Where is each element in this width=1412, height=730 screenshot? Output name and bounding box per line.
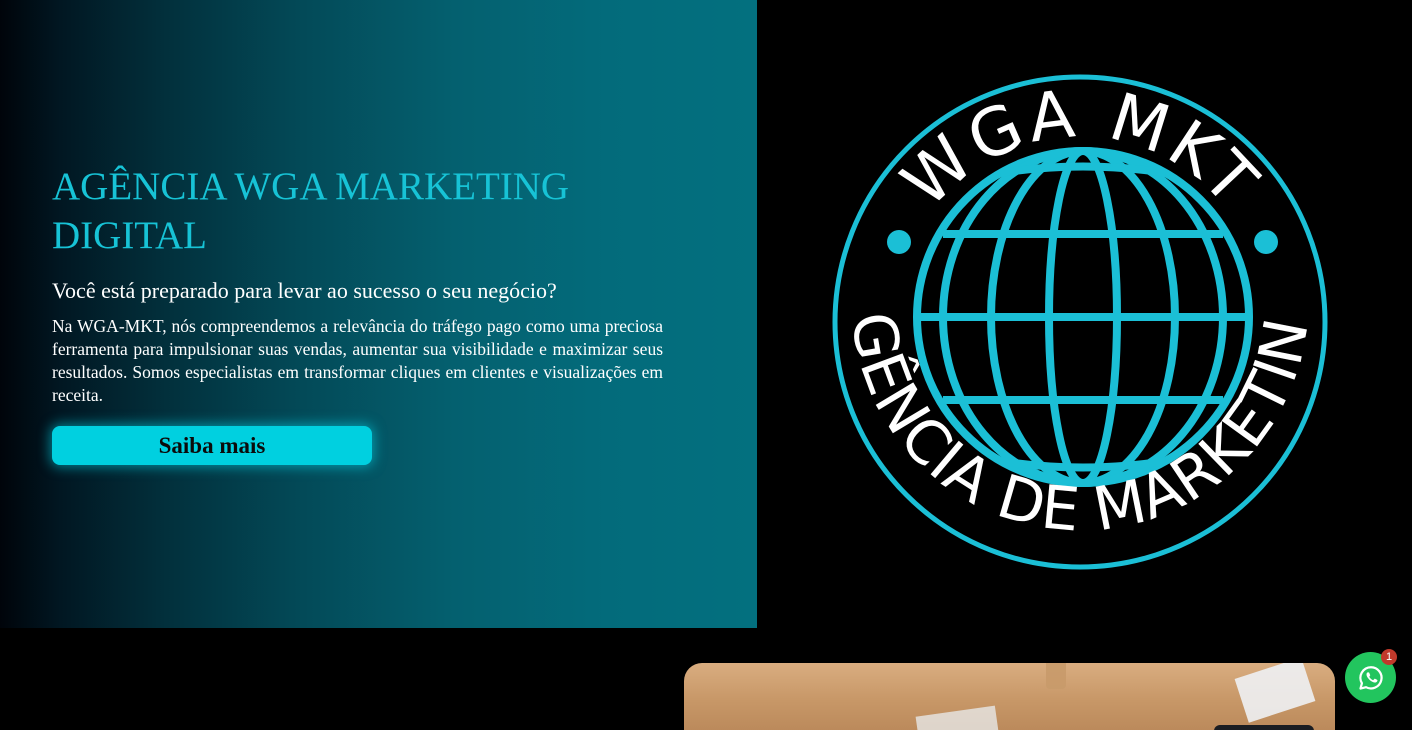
logo-emblem: WGA MKT AGÊNCIA DE MARKETING [830, 72, 1328, 570]
wga-mkt-logo: WGA MKT AGÊNCIA DE MARKETING [830, 72, 1330, 572]
page: AGÊNCIA WGA MARKETING DIGITAL Você está … [0, 0, 1412, 730]
logo-right-dot [1254, 230, 1278, 254]
office-desk-photo [684, 663, 1335, 730]
logo-left-dot [887, 230, 911, 254]
hero-title: AGÊNCIA WGA MARKETING DIGITAL [52, 165, 570, 257]
notification-badge: 1 [1381, 649, 1397, 665]
hero-section: AGÊNCIA WGA MARKETING DIGITAL Você está … [0, 0, 757, 628]
hero-description: Na WGA-MKT, nós compreendemos a relevânc… [52, 316, 663, 405]
whatsapp-icon [1358, 665, 1383, 690]
logo-top-text: WGA MKT [887, 75, 1274, 222]
photo-cup [1046, 663, 1066, 689]
photo-paper [915, 705, 1001, 730]
photo-paper-sheet [1234, 663, 1316, 723]
photo-device [1214, 725, 1314, 730]
hero-subtitle: Você está preparado para levar ao sucess… [52, 278, 557, 303]
saiba-mais-button[interactable]: Saiba mais [52, 426, 372, 465]
